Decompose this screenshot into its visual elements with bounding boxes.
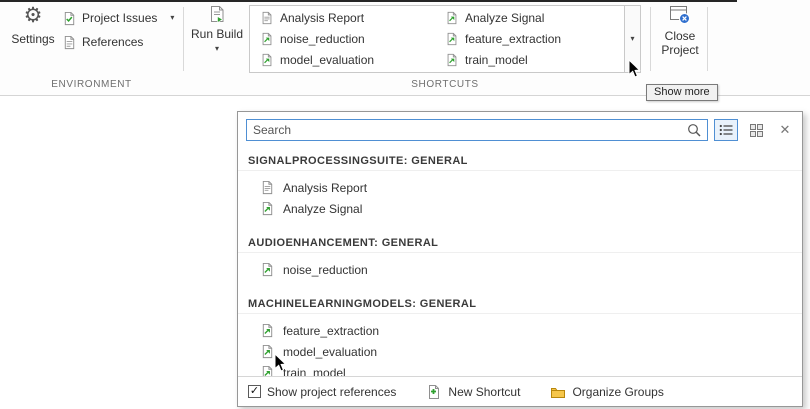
show-references-toggle[interactable]: ✓ Show project references — [248, 385, 396, 399]
shortcuts-popup-panel: ✕ SIGNALPROCESSINGSUITE: GENERAL Analysi… — [237, 111, 803, 407]
gear-icon: ⚙ — [24, 4, 43, 28]
report-icon — [260, 180, 275, 195]
gallery-item-label: feature_extraction — [465, 32, 561, 46]
shortcut-item-label: model_evaluation — [283, 345, 377, 359]
shortcut-icon — [445, 11, 459, 25]
references-icon — [62, 35, 77, 50]
report-icon — [260, 11, 274, 25]
shortcuts-gallery: Analysis Report Analyze Signal noise_red… — [249, 5, 641, 73]
list-view-button[interactable] — [714, 119, 738, 141]
list-view-icon — [719, 124, 733, 136]
shortcuts-section-label: SHORTCUTS — [249, 79, 641, 90]
section-divider — [183, 7, 184, 71]
shortcut-item-label: noise_reduction — [283, 263, 368, 277]
gallery-item-analyze-signal[interactable]: Analyze Signal — [437, 8, 622, 29]
references-label: References — [82, 35, 143, 49]
run-build-button[interactable]: Run Build ▾ — [188, 4, 246, 76]
group-header: SIGNALPROCESSINGSUITE: GENERAL — [238, 152, 802, 171]
chevron-down-icon[interactable]: ▾ — [215, 45, 219, 53]
new-shortcut-label: New Shortcut — [448, 385, 520, 399]
mouse-cursor — [274, 353, 287, 376]
run-build-icon — [207, 4, 227, 24]
shortcut-item-label: Analyze Signal — [283, 202, 362, 216]
grid-view-button[interactable] — [744, 119, 768, 141]
gallery-item-label: noise_reduction — [280, 32, 365, 46]
show-references-label: Show project references — [267, 385, 396, 399]
organize-groups-button[interactable]: Organize Groups — [550, 385, 663, 399]
group-items: Analysis Report Analyze Signal — [238, 171, 802, 221]
project-issues-icon — [62, 11, 77, 26]
shortcut-item-label: feature_extraction — [283, 324, 379, 338]
settings-label: Settings — [11, 32, 54, 46]
project-toolstrip: ⚙ Settings Project Issues ▾ References E… — [0, 0, 810, 96]
group-items: feature_extraction model_evaluation trai… — [238, 314, 802, 376]
group-items: noise_reduction — [238, 253, 802, 282]
close-panel-button[interactable]: ✕ — [776, 122, 794, 138]
gallery-item-train-model[interactable]: train_model — [437, 50, 622, 71]
shortcut-icon — [260, 365, 275, 376]
section-divider — [707, 7, 708, 71]
project-issues-label: Project Issues — [82, 11, 157, 25]
run-build-label: Run Build — [191, 27, 243, 41]
gallery-item-label: Analyze Signal — [465, 11, 544, 25]
section-divider — [650, 7, 651, 71]
shortcut-item-model-evaluation[interactable]: model_evaluation — [238, 341, 802, 362]
chevron-down-icon[interactable]: ▾ — [170, 14, 174, 22]
gallery-item-model-evaluation[interactable]: model_evaluation — [252, 50, 437, 71]
gallery-item-label: Analysis Report — [280, 11, 364, 25]
grid-view-icon — [750, 124, 763, 137]
search-box — [246, 119, 708, 141]
panel-toolbar: ✕ — [238, 112, 802, 146]
mouse-cursor — [628, 59, 641, 82]
show-references-checkbox[interactable]: ✓ — [248, 385, 261, 398]
shortcut-item-label: train_model — [283, 366, 346, 377]
references-button[interactable]: References — [62, 32, 143, 52]
shortcut-item-label: Analysis Report — [283, 181, 367, 195]
gallery-item-analysis-report[interactable]: Analysis Report — [252, 8, 437, 29]
new-shortcut-icon — [426, 384, 442, 400]
shortcut-item-analyze-signal[interactable]: Analyze Signal — [238, 198, 802, 219]
gallery-item-noise-reduction[interactable]: noise_reduction — [252, 29, 437, 50]
shortcut-item-noise-reduction[interactable]: noise_reduction — [238, 259, 802, 280]
show-more-tooltip: Show more — [646, 84, 718, 101]
settings-button[interactable]: ⚙ Settings — [6, 4, 60, 70]
shortcut-item-analysis-report[interactable]: Analysis Report — [238, 177, 802, 198]
shortcut-icon — [260, 32, 274, 46]
shortcut-icon — [260, 262, 275, 277]
shortcut-icon — [260, 53, 274, 67]
shortcut-groups-list: SIGNALPROCESSINGSUITE: GENERAL Analysis … — [238, 146, 802, 376]
gallery-item-label: train_model — [465, 53, 528, 67]
gallery-item-label: model_evaluation — [280, 53, 374, 67]
chevron-down-icon: ▾ — [630, 35, 634, 43]
shortcut-icon — [445, 53, 459, 67]
shortcut-icon — [260, 323, 275, 338]
search-input[interactable] — [253, 123, 687, 137]
shortcut-item-train-model[interactable]: train_model — [238, 362, 802, 376]
close-project-label: Close Project — [657, 29, 703, 58]
shortcut-icon — [260, 201, 275, 216]
shortcut-icon — [445, 32, 459, 46]
organize-groups-icon — [550, 385, 566, 399]
close-project-icon — [668, 4, 692, 26]
shortcuts-gallery-grid: Analysis Report Analyze Signal noise_red… — [250, 6, 624, 72]
group-header: AUDIOENHANCEMENT: GENERAL — [238, 234, 802, 253]
environment-section-label: ENVIRONMENT — [0, 79, 183, 90]
new-shortcut-button[interactable]: New Shortcut — [426, 384, 520, 400]
search-icon — [687, 123, 702, 138]
panel-footer: ✓ Show project references New Shortcut O… — [238, 376, 802, 406]
shortcut-item-feature-extraction[interactable]: feature_extraction — [238, 320, 802, 341]
group-header: MACHINELEARNINGMODELS: GENERAL — [238, 295, 802, 314]
gallery-item-feature-extraction[interactable]: feature_extraction — [437, 29, 622, 50]
toolstrip-top-edge — [0, 0, 737, 2]
close-project-button[interactable]: Close Project — [654, 4, 706, 76]
project-issues-button[interactable]: Project Issues ▾ — [62, 8, 174, 28]
shortcut-icon — [260, 344, 275, 359]
organize-groups-label: Organize Groups — [572, 385, 663, 399]
